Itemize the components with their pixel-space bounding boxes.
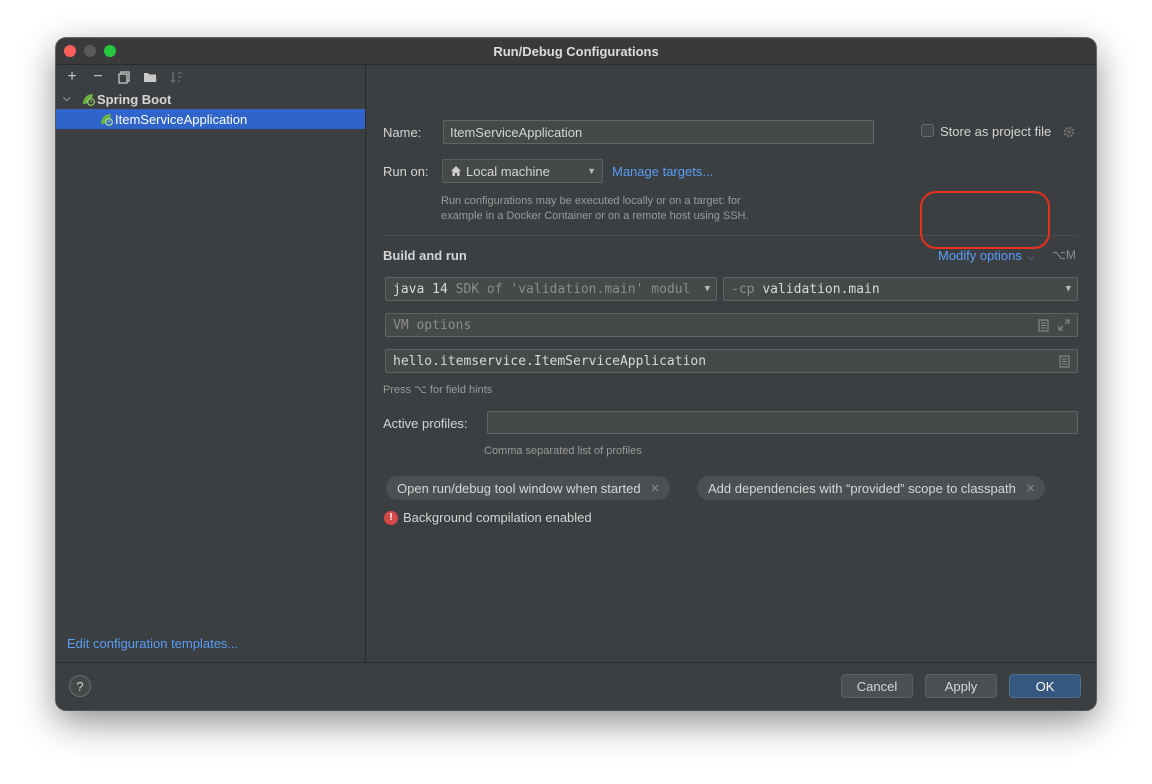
build-and-run-title: Build and run — [383, 248, 467, 263]
name-field[interactable]: ItemServiceApplication — [443, 120, 874, 144]
spring-boot-config-icon — [101, 114, 113, 126]
title-bar: Run/Debug Configurations — [56, 38, 1096, 65]
chevron-down-icon[interactable]: ⌵ — [63, 93, 75, 104]
home-icon — [451, 166, 461, 176]
sort-icon — [170, 71, 182, 83]
option-chip-open-tool-window[interactable]: Open run/debug tool window when started … — [386, 476, 670, 500]
error-icon: ! — [384, 510, 398, 525]
spring-boot-icon — [83, 94, 95, 106]
copy-icon — [117, 70, 130, 84]
plus-icon: + — [67, 68, 77, 85]
run-on-value: Local machine — [466, 164, 550, 179]
option-chip-provided-scope[interactable]: Add dependencies with “provided” scope t… — [697, 476, 1046, 500]
sort-configurations-button[interactable] — [166, 68, 186, 86]
vm-options-field[interactable]: VM options — [385, 313, 1078, 337]
help-button[interactable]: ? — [69, 675, 91, 697]
modify-options-link[interactable]: Modify options ⌵ — [938, 248, 1034, 263]
expand-text-icon[interactable] — [1038, 319, 1049, 332]
sidebar-toolbar: + − — [62, 68, 186, 86]
chevron-down-icon: ▼ — [587, 166, 596, 176]
add-configuration-button[interactable]: + — [62, 68, 82, 86]
modify-options-highlight — [920, 191, 1050, 249]
background-compilation-warning: ! Background compilation enabled — [384, 510, 592, 525]
jre-sdk-combo[interactable]: java 14 SDK of 'validation.main' modul ▼ — [385, 277, 717, 301]
active-profiles-label: Active profiles: — [383, 416, 468, 431]
cancel-button[interactable]: Cancel — [841, 674, 913, 698]
active-profiles-field[interactable] — [487, 411, 1078, 434]
edit-configuration-templates-link[interactable]: Edit configuration templates... — [67, 636, 238, 651]
maximize-icon[interactable] — [1058, 319, 1070, 331]
tree-item-itemserviceapplication[interactable]: ItemServiceApplication — [56, 109, 365, 129]
jre-sdk-detail: SDK of 'validation.main' modul — [447, 282, 691, 297]
tree-group-label: Spring Boot — [97, 91, 172, 107]
gear-icon[interactable] — [1062, 125, 1076, 139]
classpath-module-combo[interactable]: -cp validation.main ▼ — [723, 277, 1078, 301]
option-chip-label: Add dependencies with “provided” scope t… — [708, 480, 1016, 496]
dialog-button-bar: ? Cancel Apply OK — [56, 662, 1096, 710]
run-on-label: Run on: — [383, 164, 429, 179]
field-hints-text: Press ⌥ for field hints — [383, 384, 493, 396]
window-title: Run/Debug Configurations — [493, 44, 659, 59]
main-class-field[interactable]: hello.itemservice.ItemServiceApplication — [385, 349, 1078, 373]
configurations-tree: ⌵ Spring Boot ItemServiceApplication — [56, 89, 365, 129]
configurations-sidebar: + − ⌵ Spring Boot ItemServiceApplication… — [56, 65, 366, 663]
active-profiles-hint: Comma separated list of profiles — [484, 445, 642, 457]
chevron-down-icon: ▼ — [701, 278, 710, 300]
configuration-editor: Name: ItemServiceApplication Store as pr… — [366, 65, 1096, 663]
store-as-project-file-checkbox[interactable] — [921, 124, 934, 137]
folder-icon — [143, 72, 156, 82]
close-icon[interactable]: ✕ — [651, 482, 660, 495]
background-compilation-text: Background compilation enabled — [403, 510, 592, 525]
run-on-hint-line1: Run configurations may be executed local… — [441, 195, 741, 207]
help-icon: ? — [76, 678, 84, 694]
manage-targets-link[interactable]: Manage targets... — [612, 164, 713, 179]
chevron-down-icon: ⌵ — [1027, 252, 1035, 262]
jre-sdk-value: java 14 — [393, 282, 448, 297]
copy-configuration-button[interactable] — [114, 68, 134, 86]
name-label: Name: — [383, 125, 422, 140]
tree-item-label: ItemServiceApplication — [115, 111, 248, 127]
modify-options-label: Modify options — [938, 248, 1022, 263]
name-field-value: ItemServiceApplication — [450, 125, 583, 140]
move-into-folder-button[interactable] — [140, 68, 160, 86]
close-icon[interactable]: ✕ — [1026, 482, 1035, 495]
run-on-hint: Run configurations may be executed local… — [441, 194, 749, 224]
apply-button[interactable]: Apply — [925, 674, 997, 698]
chevron-down-icon: ▼ — [1065, 284, 1071, 294]
run-on-hint-line2: example in a Docker Container or on a re… — [441, 210, 749, 222]
tree-group-spring-boot[interactable]: ⌵ Spring Boot — [56, 89, 365, 109]
run-debug-configurations-dialog: Run/Debug Configurations + − ⌵ Spring Bo… — [56, 38, 1096, 710]
minus-icon: − — [93, 68, 103, 85]
classpath-module-value: validation.main — [762, 282, 880, 297]
option-chip-label: Open run/debug tool window when started — [397, 480, 641, 496]
store-as-project-file-label[interactable]: Store as project file — [940, 124, 1051, 139]
vm-options-placeholder: VM options — [393, 318, 472, 333]
run-on-combo[interactable]: Local machine ▼ — [442, 159, 603, 183]
classpath-prefix: -cp — [731, 282, 763, 297]
browse-class-icon[interactable] — [1059, 355, 1070, 368]
main-class-value: hello.itemservice.ItemServiceApplication — [393, 354, 707, 369]
modify-options-shortcut: ⌥M — [1052, 248, 1076, 262]
remove-configuration-button[interactable]: − — [88, 68, 108, 86]
ok-button[interactable]: OK — [1009, 674, 1081, 698]
